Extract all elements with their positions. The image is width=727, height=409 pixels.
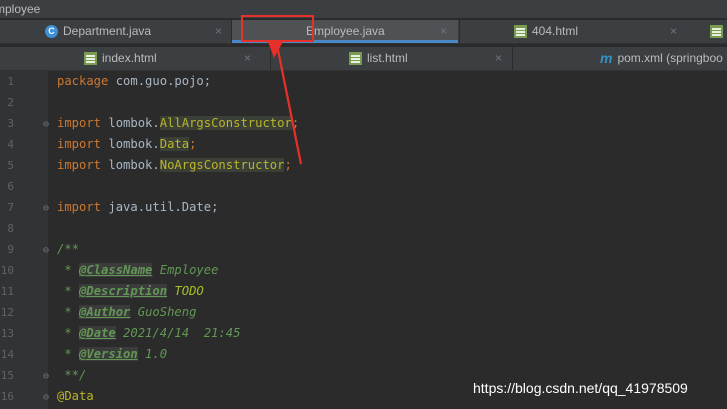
watermark-text: https://blog.csdn.net/qq_41978509 bbox=[473, 380, 688, 396]
annotation-arrow bbox=[268, 39, 303, 165]
